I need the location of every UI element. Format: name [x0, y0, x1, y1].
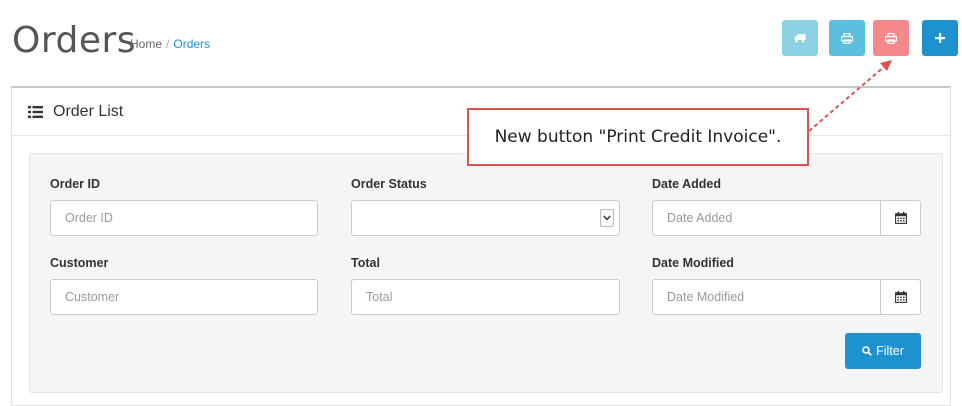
date-modified-label: Date Modified — [652, 256, 734, 270]
calendar-icon — [894, 212, 907, 224]
filter-button-label: Filter — [876, 344, 904, 358]
printer-icon — [841, 32, 853, 44]
page-header: Orders Home / Orders — [0, 0, 962, 75]
date-modified-input[interactable]: Date Modified — [652, 279, 921, 315]
breadcrumb-home[interactable]: Home — [130, 37, 162, 51]
calendar-icon — [894, 291, 907, 303]
date-added-label: Date Added — [652, 177, 721, 191]
breadcrumb: Home / Orders — [130, 37, 210, 51]
filter-button[interactable]: Filter — [845, 333, 921, 369]
total-label: Total — [351, 256, 380, 270]
page-title: Orders — [12, 20, 137, 61]
filter-well — [29, 153, 943, 393]
panel-title: Order List — [53, 102, 124, 120]
order-status-select[interactable] — [351, 200, 620, 236]
breadcrumb-orders[interactable]: Orders — [173, 37, 210, 51]
annotation-callout: New button "Print Credit Invoice". — [467, 108, 809, 166]
print-invoice-button[interactable] — [829, 20, 865, 56]
order-id-input[interactable]: Order ID — [50, 200, 318, 236]
date-modified-calendar-button[interactable] — [880, 279, 921, 315]
add-button[interactable] — [922, 20, 958, 56]
customer-input[interactable]: Customer — [50, 279, 318, 315]
breadcrumb-separator: / — [166, 37, 170, 51]
annotation-text: New button "Print Credit Invoice". — [494, 127, 782, 147]
chevron-down-icon — [600, 209, 614, 227]
print-credit-invoice-button[interactable] — [873, 20, 909, 56]
list-icon — [28, 105, 43, 118]
ship-button[interactable] — [782, 20, 818, 56]
plus-icon — [935, 33, 945, 43]
customer-label: Customer — [50, 256, 109, 270]
total-input[interactable]: Total — [351, 279, 620, 315]
date-added-input[interactable]: Date Added — [652, 200, 921, 236]
truck-icon — [794, 34, 806, 43]
order-id-label: Order ID — [50, 177, 101, 191]
date-added-placeholder: Date Added — [667, 211, 733, 225]
printer-icon — [885, 32, 897, 44]
date-added-calendar-button[interactable] — [880, 200, 921, 236]
date-modified-placeholder: Date Modified — [667, 290, 745, 304]
search-icon — [862, 346, 872, 356]
order-status-label: Order Status — [351, 177, 427, 191]
